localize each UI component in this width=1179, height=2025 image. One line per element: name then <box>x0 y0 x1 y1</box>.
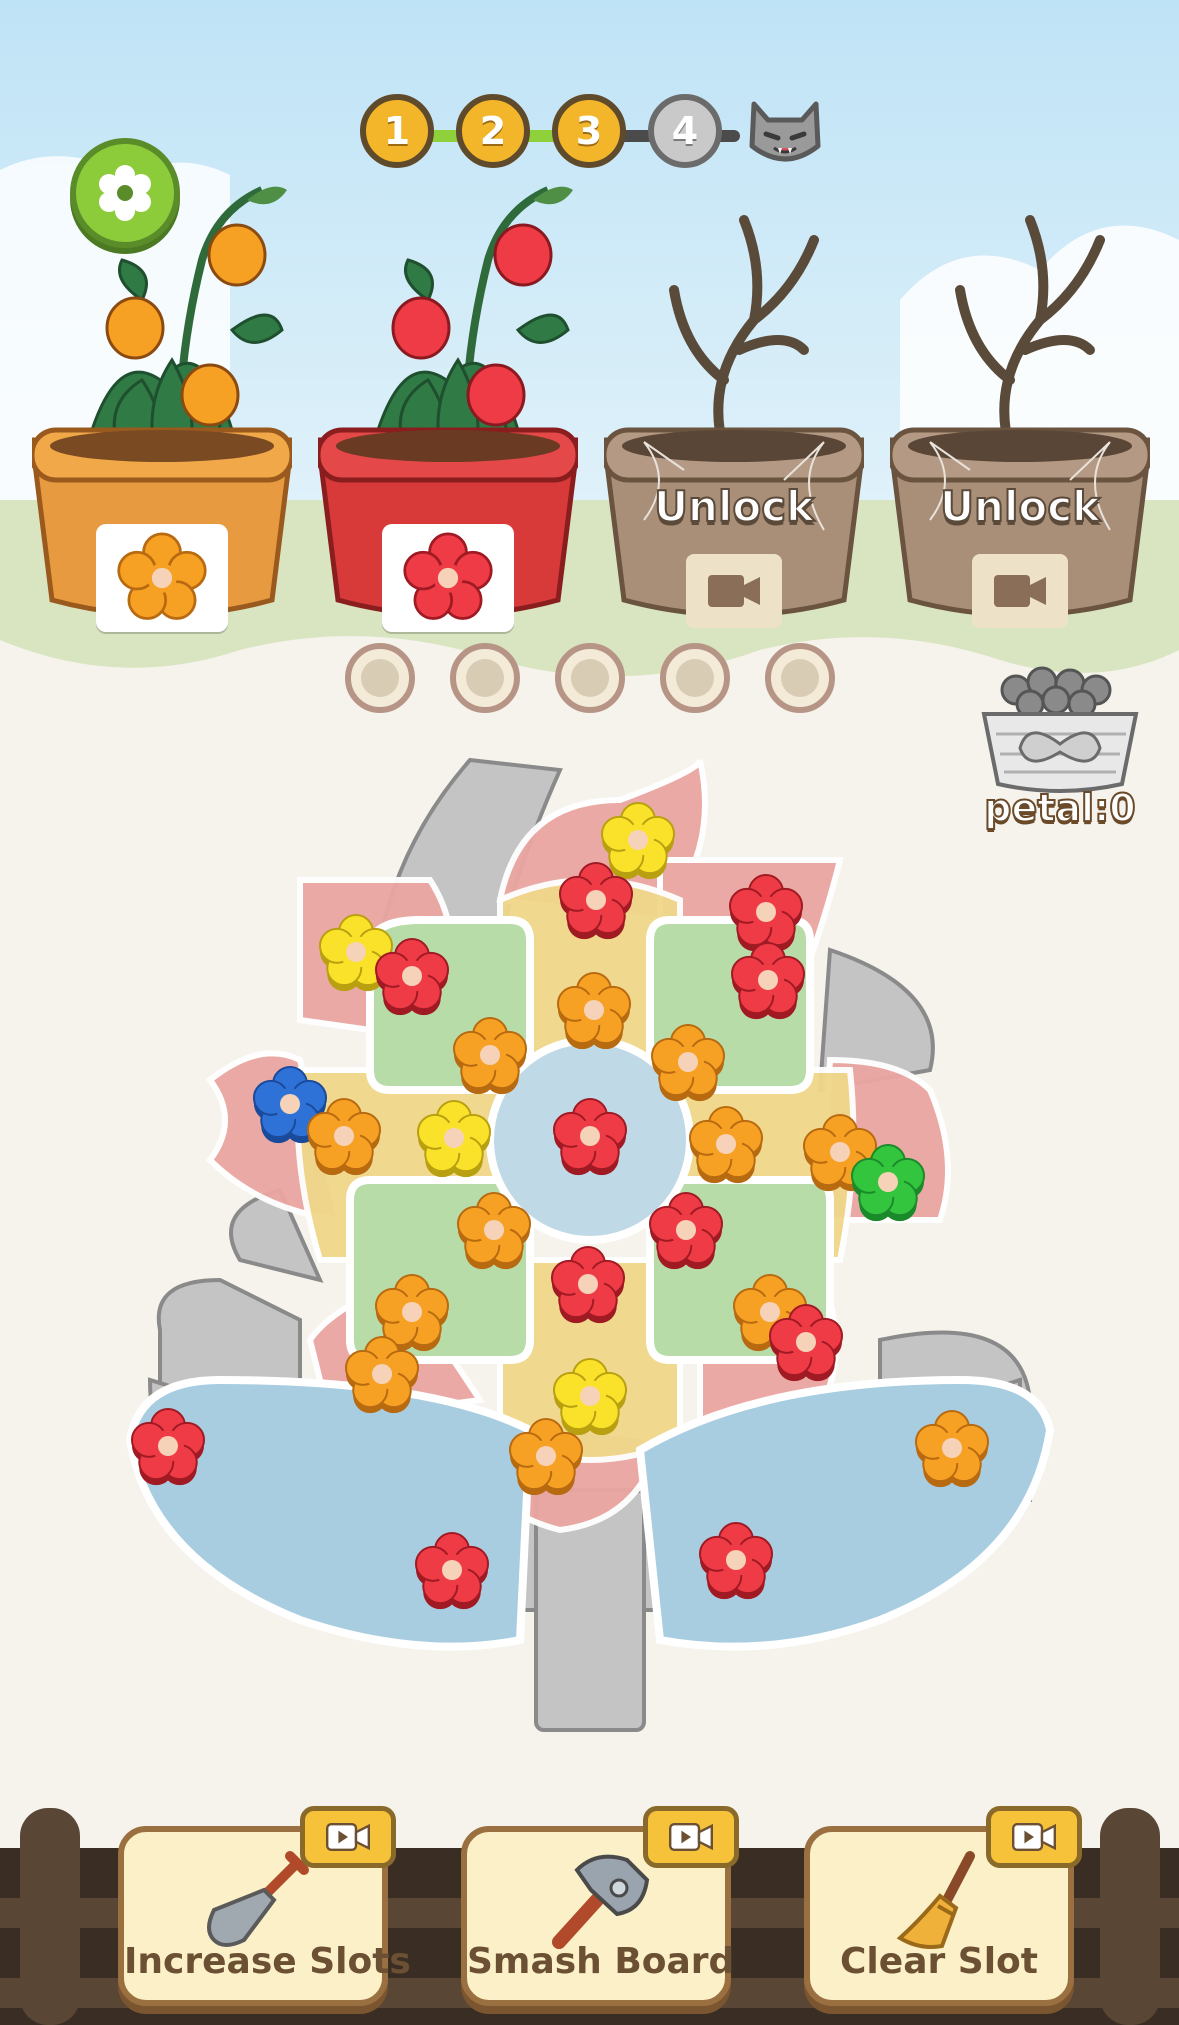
flower-icon <box>403 532 493 620</box>
clear-slot-button[interactable]: Clear Slot <box>804 1806 1082 2006</box>
game-scene: 1 2 3 4 Unlock Unlock petal:0 Increase S… <box>0 0 1179 2025</box>
video-badge <box>300 1806 396 1868</box>
hammer-icon <box>552 1854 650 1949</box>
empty-slot <box>345 643 415 713</box>
pot-flower-badge <box>96 524 228 632</box>
video-icon <box>1011 1823 1056 1851</box>
smash-board-label: Smash Board <box>467 1941 735 1982</box>
empty-slot <box>660 643 730 713</box>
level-node-3: 3 <box>552 94 626 168</box>
video-icon <box>708 575 760 607</box>
video-icon <box>994 575 1046 607</box>
level-node-4: 4 <box>648 94 722 168</box>
unlock-label: Unlock <box>939 481 1101 532</box>
level-node-1: 1 <box>360 94 434 168</box>
broom-icon <box>896 1851 975 1949</box>
pot-flower-badge <box>382 524 514 632</box>
smash-board-button[interactable]: Smash Board <box>461 1806 739 2006</box>
video-icon <box>669 1823 713 1851</box>
locked-pot-2[interactable]: Unlock <box>890 180 1150 650</box>
level-node-2: 2 <box>456 94 530 168</box>
flower-puzzle-board <box>125 757 1055 1732</box>
flower-icon <box>117 532 207 620</box>
collection-slots <box>345 643 845 717</box>
empty-slot <box>555 643 625 713</box>
video-badge <box>643 1806 739 1868</box>
video-icon <box>326 1823 370 1851</box>
empty-slot <box>765 643 835 713</box>
increase-slots-label: Increase Slots <box>124 1941 411 1982</box>
locked-pot-1[interactable]: Unlock <box>604 180 864 650</box>
watch-ad-unlock-button[interactable] <box>686 554 782 628</box>
empty-slot <box>450 643 520 713</box>
level-progress: 1 2 3 4 <box>360 94 821 176</box>
clear-slot-label: Clear Slot <box>840 1941 1038 1982</box>
flower-pot-orange[interactable] <box>32 180 292 650</box>
shovel-icon <box>207 1851 309 1947</box>
watch-ad-unlock-button[interactable] <box>972 554 1068 628</box>
increase-slots-button[interactable]: Increase Slots <box>118 1806 411 2006</box>
video-badge <box>986 1806 1082 1868</box>
unlock-label: Unlock <box>653 481 815 532</box>
cat-boss-icon <box>749 101 821 162</box>
flower-pot-red[interactable] <box>318 180 578 650</box>
